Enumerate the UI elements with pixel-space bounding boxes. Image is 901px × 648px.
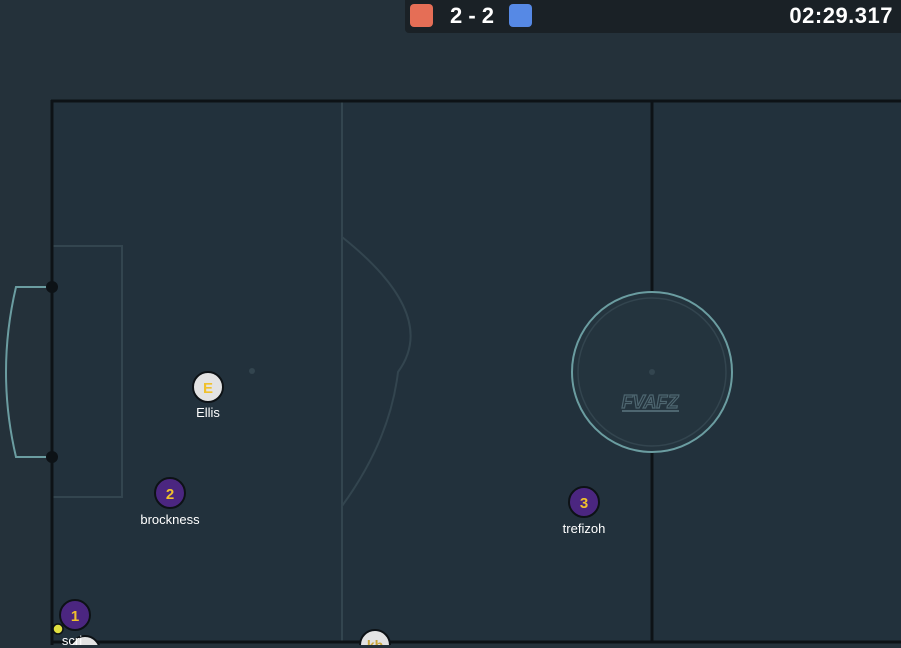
scoreboard: 2 - 2 02:29.317 bbox=[405, 0, 901, 33]
pitch-surface bbox=[52, 101, 901, 642]
red-team-icon bbox=[410, 4, 433, 27]
goal-post-top bbox=[46, 281, 58, 293]
blue-team-icon bbox=[509, 4, 532, 27]
center-spot bbox=[649, 369, 655, 375]
player-name-brockness: brockness bbox=[140, 512, 200, 527]
penalty-spot bbox=[249, 368, 255, 374]
goal-post-bottom bbox=[46, 451, 58, 463]
player-brockness[interactable]: 2 bbox=[154, 477, 186, 509]
league-logo-text: FVAFZ bbox=[622, 392, 680, 412]
score: 2 - 2 bbox=[449, 3, 495, 28]
player-avatar: 3 bbox=[580, 495, 588, 512]
player-avatar: 1 bbox=[71, 608, 79, 625]
player-name-ellis: Ellis bbox=[196, 405, 220, 420]
match-clock: 02:29.317 bbox=[789, 3, 893, 28]
player-avatar: kb bbox=[367, 637, 383, 645]
player-ellis[interactable]: E bbox=[192, 371, 224, 403]
pitch: FVAFZ E 2 3 1 kb bbox=[5, 99, 901, 645]
player-name-trefizoh: trefizoh bbox=[562, 521, 606, 536]
player-trefizoh[interactable]: 3 bbox=[568, 486, 600, 518]
player-name-scri: scri bbox=[61, 633, 83, 648]
player-avatar: 2 bbox=[166, 486, 174, 503]
goal-net bbox=[5, 286, 52, 458]
player-avatar: E bbox=[203, 380, 213, 397]
game-stage: FVAFZ E 2 3 1 kb Ellis brockness trefizo… bbox=[0, 0, 901, 648]
player-scri[interactable]: 1 bbox=[59, 599, 91, 631]
league-logo-icon: FVAFZ bbox=[621, 391, 680, 412]
